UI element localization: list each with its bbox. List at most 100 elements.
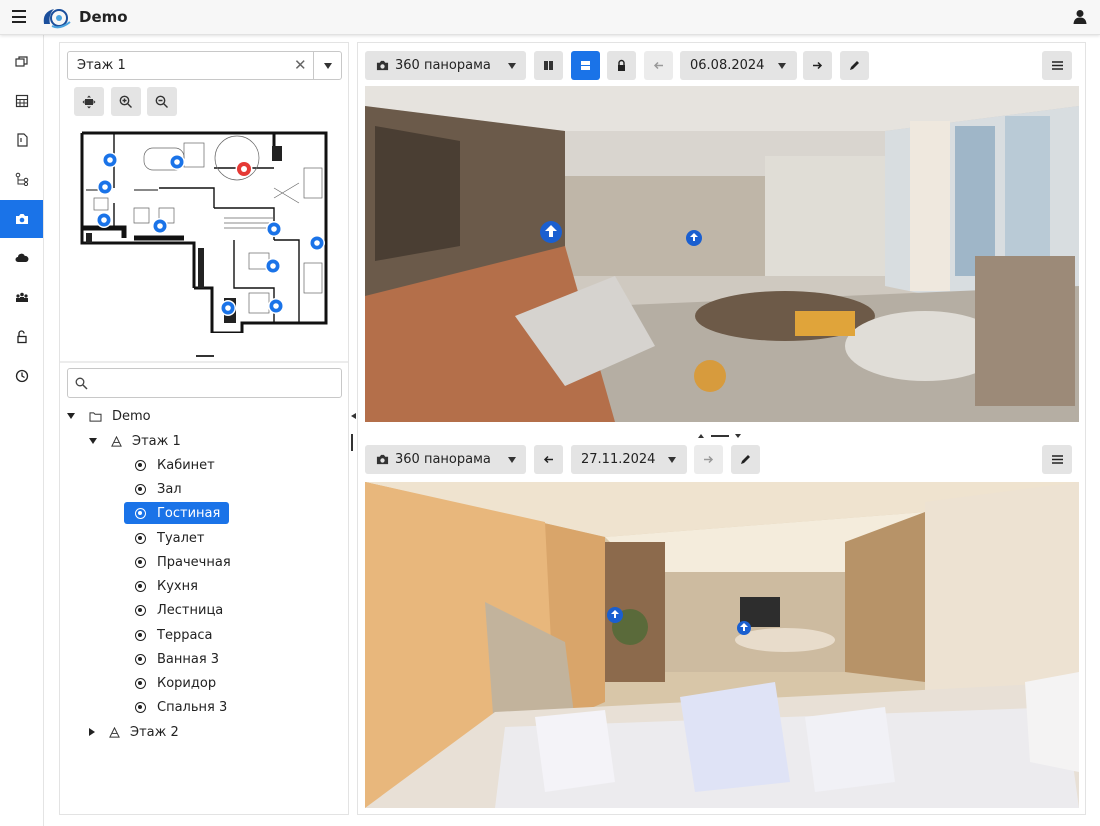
location-icon xyxy=(135,556,146,568)
tree-item-room[interactable]: Кабинет xyxy=(135,454,215,476)
more-menu-button[interactable] xyxy=(1042,445,1072,474)
tree-item-room[interactable]: Терраса xyxy=(135,624,213,646)
hamburger-icon xyxy=(1051,455,1063,464)
tree-item-room-selected[interactable]: Гостиная xyxy=(124,502,230,524)
chevron-down-icon xyxy=(323,62,332,69)
location-icon xyxy=(135,507,146,519)
camera-icon xyxy=(376,60,389,71)
panorama-view-bottom[interactable] xyxy=(365,482,1079,808)
edit-button[interactable] xyxy=(840,51,869,80)
expand-icon[interactable] xyxy=(89,438,97,444)
fit-map-button[interactable] xyxy=(74,87,104,116)
floor-select[interactable]: Этаж 1 ✕ xyxy=(67,51,342,80)
location-icon xyxy=(135,580,146,592)
rail-item-camera[interactable] xyxy=(0,200,43,238)
nav-arrow[interactable] xyxy=(607,607,623,623)
rail-item-layers[interactable] xyxy=(0,43,43,81)
unlock-icon xyxy=(16,330,27,344)
camera-marker[interactable] xyxy=(309,235,325,251)
tree-item-label: Этаж 1 xyxy=(132,433,181,449)
camera-marker[interactable] xyxy=(169,154,185,170)
rail-item-document[interactable] xyxy=(0,121,43,159)
grid-icon xyxy=(15,94,28,108)
divider xyxy=(60,361,348,363)
rail-item-grid[interactable] xyxy=(0,82,43,120)
document-icon xyxy=(16,133,28,147)
nav-arrow[interactable] xyxy=(540,221,562,243)
pencil-icon xyxy=(850,61,859,70)
pencil-icon xyxy=(741,455,750,464)
next-date-button[interactable] xyxy=(694,445,723,474)
cloud-icon xyxy=(15,253,28,262)
sync-lock-button[interactable] xyxy=(607,51,636,80)
view-mode-select-bottom[interactable]: 360 панорама xyxy=(365,445,526,474)
tree-item-label: Этаж 2 xyxy=(130,724,179,740)
camera-marker[interactable] xyxy=(97,179,113,195)
floor-select-toggle[interactable] xyxy=(313,52,341,79)
map-resize-handle[interactable] xyxy=(196,355,214,357)
rail-item-hierarchy[interactable] xyxy=(0,160,43,198)
tree-item-room[interactable]: Коридор xyxy=(135,672,216,694)
hamburger-icon xyxy=(1051,61,1063,70)
camera-marker[interactable] xyxy=(220,300,236,316)
panorama-view-top[interactable] xyxy=(365,86,1079,422)
clear-icon[interactable]: ✕ xyxy=(294,56,307,74)
viewer-resize-handle[interactable] xyxy=(698,431,748,441)
folder-icon xyxy=(89,411,102,422)
tree-item-floor2[interactable]: Этаж 2 xyxy=(89,721,179,743)
chevron-down-icon xyxy=(778,62,786,69)
zoom-in-button[interactable] xyxy=(111,87,141,116)
camera-marker[interactable] xyxy=(96,212,112,228)
more-menu-button[interactable] xyxy=(1042,51,1072,80)
tree-item-room[interactable]: Спальня 3 xyxy=(135,696,227,718)
rail-item-people[interactable] xyxy=(0,278,43,316)
rail-item-cloud[interactable] xyxy=(0,239,43,277)
view-mode-select-top[interactable]: 360 панорама xyxy=(365,51,526,80)
panel-resize-handle[interactable] xyxy=(351,434,353,451)
date-select-top[interactable]: 06.08.2024 xyxy=(680,51,797,80)
next-date-button[interactable] xyxy=(803,51,832,80)
edit-button[interactable] xyxy=(731,445,760,474)
camera-marker[interactable] xyxy=(152,218,168,234)
tree-item-label: Demo xyxy=(112,408,151,424)
tree-item-room[interactable]: Лестница xyxy=(135,599,223,621)
floor-plan[interactable] xyxy=(74,128,336,333)
zoom-out-button[interactable] xyxy=(147,87,177,116)
camera-marker-active[interactable] xyxy=(235,160,253,178)
tree-item-room[interactable]: Кухня xyxy=(135,575,198,597)
location-icon xyxy=(135,532,146,544)
tree-item-root[interactable]: Demo xyxy=(67,405,151,427)
camera-marker[interactable] xyxy=(266,221,282,237)
camera-marker[interactable] xyxy=(102,152,118,168)
location-icon xyxy=(135,701,146,713)
rail-item-clock[interactable] xyxy=(0,357,43,395)
split-vertical-button[interactable] xyxy=(534,51,563,80)
tree-item-floor1[interactable]: Этаж 1 xyxy=(89,430,181,452)
rows-icon xyxy=(581,61,590,70)
tree-item-room[interactable]: Ванная 3 xyxy=(135,648,219,670)
collapse-panel-arrow[interactable] xyxy=(351,413,356,419)
split-horizontal-button[interactable] xyxy=(571,51,600,80)
expand-icon[interactable] xyxy=(67,413,75,419)
date-select-bottom[interactable]: 27.11.2024 xyxy=(571,445,687,474)
nav-arrow[interactable] xyxy=(737,621,751,635)
menu-icon[interactable] xyxy=(12,10,26,23)
tree-item-room[interactable]: Прачечная xyxy=(135,551,231,573)
tree-search-input[interactable] xyxy=(67,368,342,398)
viewer-panel: 360 панорама 06.08.2024 360 панорама 27.… xyxy=(357,42,1086,815)
nav-arrow[interactable] xyxy=(686,230,702,246)
hierarchy-icon xyxy=(15,172,28,186)
clock-icon xyxy=(15,369,28,383)
floor-select-value: Этаж 1 xyxy=(77,58,126,73)
tree-item-room[interactable]: Зал xyxy=(135,478,182,500)
camera-icon xyxy=(15,214,28,224)
prev-date-button[interactable] xyxy=(644,51,673,80)
user-icon[interactable] xyxy=(1073,9,1087,25)
rail-item-unlock[interactable] xyxy=(0,318,43,356)
camera-marker[interactable] xyxy=(268,298,284,314)
camera-marker[interactable] xyxy=(265,258,281,274)
expand-icon[interactable] xyxy=(89,728,95,736)
prev-date-button[interactable] xyxy=(534,445,563,474)
fit-icon xyxy=(82,95,96,108)
tree-item-room[interactable]: Туалет xyxy=(135,527,204,549)
